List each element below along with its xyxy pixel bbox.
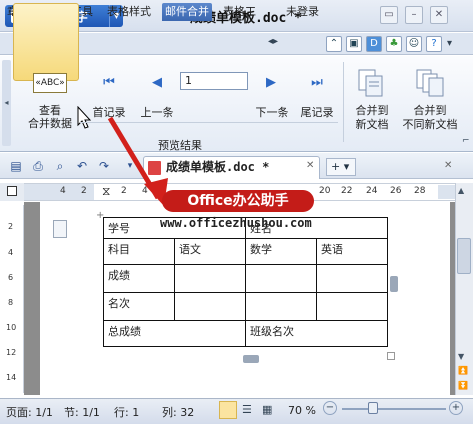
scroll-down-icon[interactable]: ▼ — [458, 352, 464, 361]
last-record-button[interactable]: 尾记录 — [296, 104, 338, 120]
table-cell[interactable]: 语文 — [174, 238, 246, 265]
vruler-number: 8 — [8, 298, 14, 307]
restore-icon[interactable]: ▭ — [380, 6, 398, 24]
abc-field-icon: «ABC» — [33, 73, 67, 93]
help-icon[interactable]: ? — [426, 36, 442, 52]
watermark-badge: Office办公助手 — [162, 190, 314, 212]
prev-page-icon[interactable]: ⏫ — [458, 366, 468, 375]
scroll-up-icon[interactable]: ▲ — [458, 186, 464, 195]
ruler-number: 4 — [60, 186, 66, 196]
merge-to-new-doc-icon — [358, 69, 383, 97]
ruler-margin-right — [438, 185, 456, 199]
last-record-icon[interactable]: ⏭ — [308, 75, 326, 90]
separator — [343, 62, 344, 142]
line-indicator: 行: 1 — [114, 406, 140, 419]
close-icon[interactable]: ✕ — [444, 160, 452, 171]
zoom-in-icon[interactable]: + — [449, 401, 463, 415]
next-record-button[interactable]: 下一条 — [250, 104, 294, 120]
merge-to-different-docs-icon — [416, 69, 444, 97]
table-cell[interactable]: 科目 — [103, 238, 175, 265]
tab-table-style[interactable]: 表格样式 — [104, 3, 154, 21]
view-merge-label-2: 合并数据 — [28, 117, 72, 130]
document-icon[interactable]: D — [366, 36, 382, 52]
undo-icon[interactable]: ↶ — [74, 158, 90, 174]
close-tab-icon[interactable]: ✕ — [306, 160, 314, 171]
outline-view-icon[interactable]: ☰ — [242, 403, 252, 416]
avatar-icon[interactable]: ☺ — [406, 36, 422, 52]
collapse-icon[interactable]: ⌃ — [326, 36, 342, 52]
table-row: 总成绩 班级名次 — [103, 320, 388, 347]
table-row-handle[interactable] — [243, 355, 259, 363]
skin-icon[interactable]: ▣ — [346, 36, 362, 52]
table-cell[interactable]: 成绩 — [103, 264, 175, 293]
table-row: 名次 — [103, 292, 388, 321]
zoom-slider-thumb[interactable] — [368, 402, 378, 414]
vruler-number: 2 — [8, 222, 14, 231]
ruler-number: 24 — [366, 186, 378, 196]
vruler-number: 14 — [6, 373, 17, 382]
column-indicator: 列: 32 — [162, 406, 195, 419]
merge-new-doc-label-2: 新文档 — [355, 118, 389, 131]
zoom-slider[interactable] — [342, 408, 446, 410]
table-cell[interactable] — [174, 292, 246, 321]
scrollbar-thumb[interactable] — [457, 238, 471, 274]
vruler-number: 12 — [6, 348, 17, 357]
table-cell[interactable] — [245, 264, 317, 293]
score-table[interactable]: 学号 姓名 科目 语文 数学 英语 成绩 名次 总成绩 班级名次 — [103, 217, 388, 347]
print-preview-icon[interactable]: ⌕ — [52, 158, 68, 174]
minimize-icon[interactable]: – — [405, 6, 423, 24]
table-cell[interactable]: 数学 — [245, 238, 317, 265]
table-cell[interactable] — [174, 264, 246, 293]
ribbon-expand-icon[interactable]: ⌐ — [462, 136, 470, 146]
vruler-number: 4 — [8, 248, 14, 257]
page-thumbnail-icon — [53, 220, 67, 238]
table-cell[interactable] — [316, 292, 388, 321]
watermark-url: www.officezhushou.com — [160, 216, 312, 230]
ribbon-scroll-left-icon[interactable]: ◂ — [2, 60, 11, 146]
merge-diff-doc-label-2: 不同新文档 — [402, 118, 458, 131]
ruler-number: 28 — [414, 186, 426, 196]
zoom-level[interactable]: 70 % — [288, 404, 316, 417]
section-indicator: 节: 1/1 — [64, 406, 100, 419]
table-cell[interactable] — [316, 264, 388, 293]
page-view-icon[interactable] — [219, 401, 237, 419]
table-expand-handle[interactable] — [390, 276, 398, 292]
table-row: 成绩 — [103, 264, 388, 293]
ruler-number: 2 — [81, 186, 87, 196]
close-icon[interactable]: ✕ — [430, 6, 448, 24]
ruler-number: 20 — [319, 186, 331, 196]
tab-stop-icon[interactable] — [7, 186, 17, 196]
ruler-number: 22 — [341, 186, 353, 196]
print-icon[interactable]: ⎙ — [30, 158, 46, 174]
new-tab-button[interactable]: + ▾ — [326, 158, 356, 176]
table-cell[interactable]: 名次 — [103, 292, 175, 321]
tab-mail-merge[interactable]: 邮件合并 — [162, 3, 212, 21]
zoom-out-icon[interactable]: − — [323, 401, 337, 415]
page-indicator[interactable]: 页面: 1/1 — [6, 404, 53, 420]
table-cell[interactable]: 总成绩 — [103, 320, 246, 347]
table-cell[interactable]: 英语 — [316, 238, 388, 265]
plugin-icon[interactable]: ♣ — [386, 36, 402, 52]
table-row: 科目 语文 数学 英语 — [103, 238, 388, 265]
table-resize-handle[interactable] — [387, 352, 395, 360]
more-icon[interactable]: ▾ — [447, 38, 452, 49]
table-cell[interactable]: 班级名次 — [245, 320, 388, 347]
save-icon[interactable]: ▤ — [8, 158, 24, 174]
next-record-icon[interactable]: ▶ — [262, 75, 280, 90]
vruler-number: 10 — [6, 323, 17, 332]
vertical-scrollbar[interactable] — [455, 183, 473, 395]
vertical-ruler[interactable] — [4, 205, 24, 393]
vruler-number: 6 — [8, 273, 14, 282]
tab-table-tools[interactable]: 表格工 — [220, 3, 259, 21]
table-cell[interactable] — [245, 292, 317, 321]
ruler-number: 26 — [390, 186, 402, 196]
tab-scroll-icon[interactable]: ◂▸ — [268, 36, 278, 47]
login-status[interactable]: 未登录 — [283, 3, 322, 21]
next-page-icon[interactable]: ⏬ — [458, 381, 468, 390]
web-view-icon[interactable]: ▦ — [262, 403, 272, 416]
view-merge-data-button[interactable] — [13, 3, 79, 81]
